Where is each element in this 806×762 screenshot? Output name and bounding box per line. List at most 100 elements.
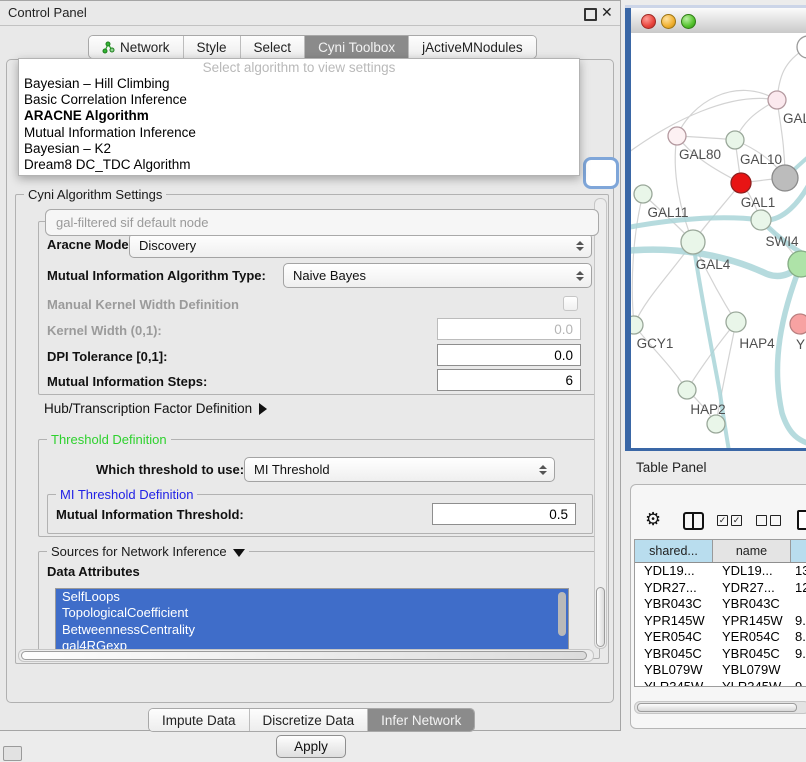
- aracne-mode-combo[interactable]: Discovery: [129, 233, 592, 258]
- checked-checkbox-icon[interactable]: ✓: [731, 515, 742, 526]
- close-icon[interactable]: ✕: [601, 4, 613, 21]
- table-cell: YDL19...: [713, 563, 791, 580]
- network-node-label: Y: [796, 337, 805, 352]
- hub-transcription-factor-expander[interactable]: Hub/Transcription Factor Definition: [44, 401, 267, 416]
- mac-zoom-button[interactable]: [681, 14, 696, 29]
- split-columns-icon[interactable]: [683, 512, 704, 530]
- table-row[interactable]: YLR345WYLR345W9.: [635, 679, 806, 688]
- network-node-label: GCY1: [637, 336, 674, 351]
- network-canvas[interactable]: GAL80GAL10GAL1GAL11SWI4GAL4GCY1HAP4HAP2G…: [631, 33, 806, 448]
- tab-network-label: Network: [120, 40, 170, 55]
- network-edge[interactable]: [777, 264, 806, 445]
- table-hscroll-thumb[interactable]: [637, 703, 797, 712]
- tab-infer-network[interactable]: Infer Network: [368, 709, 474, 731]
- list-item[interactable]: TopologicalCoefficient: [56, 605, 568, 621]
- mi-threshold-value: 0.5: [549, 507, 568, 522]
- network-window-titlebar[interactable]: [631, 8, 806, 34]
- network-edge[interactable]: [632, 194, 643, 325]
- tab-jactivemnodules[interactable]: jActiveMNodules: [409, 36, 536, 58]
- network-edge[interactable]: [677, 90, 777, 136]
- dpi-tolerance-field[interactable]: 0.0: [437, 344, 581, 366]
- column-header[interactable]: [791, 540, 806, 562]
- checked-checkbox-icon[interactable]: ✓: [717, 515, 728, 526]
- apply-button-label: Apply: [294, 739, 328, 754]
- list-item[interactable]: SelfLoops: [56, 589, 568, 605]
- dropdown-option[interactable]: Bayesian – K2: [19, 141, 579, 157]
- desktop: { "control_panel": { "title": "Control P…: [0, 0, 806, 762]
- tab-discretize-data[interactable]: Discretize Data: [250, 709, 369, 731]
- network-node-label: GAL1: [741, 195, 776, 210]
- network-node[interactable]: [634, 185, 652, 203]
- manual-kernel-width-checkbox[interactable]: [563, 296, 578, 311]
- document-icon[interactable]: [797, 510, 806, 530]
- mi-algorithm-type-combo[interactable]: Naive Bayes: [283, 263, 592, 288]
- gear-icon[interactable]: ⚙: [645, 509, 661, 530]
- apply-button[interactable]: Apply: [276, 735, 346, 758]
- table-row[interactable]: YDL19...YDL19...13: [635, 563, 806, 580]
- mi-algorithm-type-label: Mutual Information Algorithm Type:: [47, 268, 266, 283]
- inference-algorithm-combo-fragment[interactable]: [583, 157, 619, 189]
- network-node[interactable]: [726, 131, 744, 149]
- network-node[interactable]: [668, 127, 686, 145]
- table-row[interactable]: YBL079WYBL079W: [635, 662, 806, 679]
- network-graph[interactable]: GAL80GAL10GAL1GAL11SWI4GAL4GCY1HAP4HAP2G…: [631, 33, 806, 448]
- tab-cyni-toolbox-label: Cyni Toolbox: [318, 40, 395, 55]
- table-horizontal-scrollbar[interactable]: [634, 701, 806, 714]
- table-row[interactable]: YDR27...YDR27...12: [635, 580, 806, 597]
- tab-select[interactable]: Select: [241, 36, 306, 58]
- node-table[interactable]: shared... name YDL19...YDL19...13YDR27..…: [634, 539, 806, 687]
- network-node[interactable]: [768, 91, 786, 109]
- mac-close-button[interactable]: [641, 14, 656, 29]
- column-header[interactable]: shared...: [635, 540, 713, 562]
- network-node[interactable]: [681, 230, 705, 254]
- network-node[interactable]: [631, 316, 643, 334]
- which-threshold-combo[interactable]: MI Threshold: [244, 457, 555, 482]
- column-header[interactable]: name: [713, 540, 791, 562]
- dropdown-option[interactable]: Bayesian – Hill Climbing: [19, 76, 579, 92]
- table-row[interactable]: YPR145WYPR145W9.: [635, 613, 806, 630]
- table-cell: 9.: [791, 613, 806, 630]
- list-scrollbar-thumb[interactable]: [558, 592, 566, 636]
- network-node[interactable]: [790, 314, 806, 334]
- dropdown-option[interactable]: Mutual Information Inference: [19, 125, 579, 141]
- network-selector-combo[interactable]: gal-filtered sif default node: [45, 209, 599, 236]
- mac-minimize-button[interactable]: [661, 14, 676, 29]
- settings-vscroll-thumb[interactable]: [596, 587, 605, 647]
- minimized-panel-icon[interactable]: [3, 746, 22, 761]
- table-cell: YPR145W: [635, 613, 713, 630]
- network-node[interactable]: [772, 165, 798, 191]
- network-node[interactable]: [707, 415, 725, 433]
- sources-title-label: Sources for Network Inference: [51, 544, 227, 559]
- tab-style-label: Style: [197, 40, 227, 55]
- mi-threshold-field[interactable]: 0.5: [432, 503, 576, 525]
- settings-vertical-scrollbar[interactable]: [594, 198, 607, 649]
- tab-network[interactable]: Network: [89, 36, 184, 58]
- network-node[interactable]: [678, 381, 696, 399]
- network-edge[interactable]: [634, 325, 687, 390]
- data-attributes-list[interactable]: SelfLoops TopologicalCoefficient Between…: [55, 588, 569, 656]
- sources-group-title[interactable]: Sources for Network Inference: [47, 544, 249, 559]
- network-node[interactable]: [797, 36, 806, 58]
- network-node[interactable]: [731, 173, 751, 193]
- tab-cyni-toolbox[interactable]: Cyni Toolbox: [305, 36, 409, 58]
- unchecked-checkbox-icon[interactable]: [756, 515, 767, 526]
- network-node[interactable]: [751, 210, 771, 230]
- float-window-icon[interactable]: [584, 8, 597, 21]
- kernel-width-field[interactable]: 0.0: [437, 318, 581, 340]
- tab-impute-data[interactable]: Impute Data: [149, 709, 250, 731]
- tab-style[interactable]: Style: [184, 36, 241, 58]
- unchecked-checkbox-icon[interactable]: [770, 515, 781, 526]
- dropdown-option[interactable]: Dream8 DC_TDC Algorithm: [19, 157, 579, 173]
- dropdown-option-highlighted[interactable]: ARACNE Algorithm: [19, 108, 579, 124]
- mi-steps-field[interactable]: 6: [437, 369, 581, 391]
- settings-hscroll-thumb[interactable]: [21, 651, 587, 660]
- table-row[interactable]: YER054CYER054C8.: [635, 629, 806, 646]
- table-row[interactable]: YBR045CYBR045C9.: [635, 646, 806, 663]
- settings-horizontal-scrollbar[interactable]: [18, 649, 594, 662]
- network-node[interactable]: [726, 312, 746, 332]
- table-row[interactable]: YBR043CYBR043C: [635, 596, 806, 613]
- list-item[interactable]: BetweennessCentrality: [56, 622, 568, 638]
- table-cell: YLR345W: [635, 679, 713, 688]
- dropdown-option[interactable]: Basic Correlation Inference: [19, 92, 579, 108]
- network-node-label: HAP2: [690, 402, 725, 417]
